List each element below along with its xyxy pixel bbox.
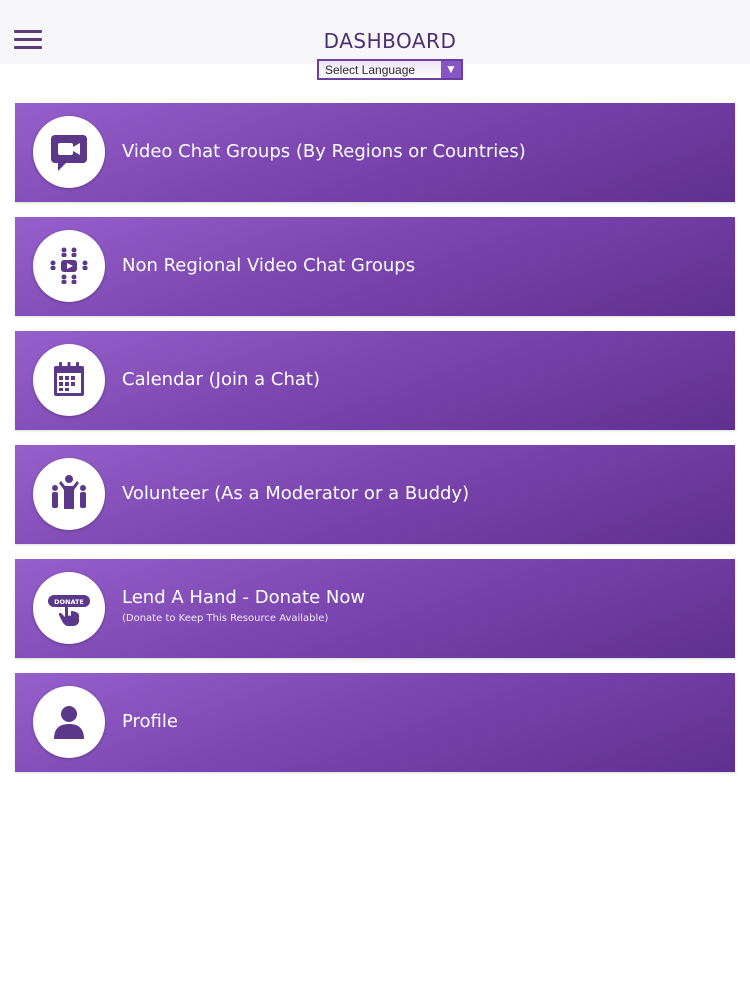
donate-hand-icon: DONATE xyxy=(33,572,105,644)
menu-item-non-regional-groups[interactable]: Non Regional Video Chat Groups xyxy=(15,217,735,316)
video-camera-icon xyxy=(33,116,105,188)
dashboard-menu: Video Chat Groups (By Regions or Countri… xyxy=(15,103,735,787)
menu-item-label: Calendar (Join a Chat) xyxy=(122,369,320,390)
menu-item-volunteer[interactable]: Volunteer (As a Moderator or a Buddy) xyxy=(15,445,735,544)
menu-item-profile[interactable]: Profile xyxy=(15,673,735,772)
donate-icon-text: DONATE xyxy=(54,598,84,606)
profile-person-icon xyxy=(33,686,105,758)
language-select[interactable]: Select Language ▼ xyxy=(317,59,463,80)
menu-item-donate[interactable]: DONATE Lend A Hand - Donate Now (Donate … xyxy=(15,559,735,658)
app-header: DASHBOARD xyxy=(0,0,750,64)
menu-item-calendar[interactable]: Calendar (Join a Chat) xyxy=(15,331,735,430)
dropdown-arrow-icon[interactable]: ▼ xyxy=(441,61,461,78)
menu-item-video-chat-groups[interactable]: Video Chat Groups (By Regions or Countri… xyxy=(15,103,735,202)
menu-item-label: Non Regional Video Chat Groups xyxy=(122,255,416,276)
language-select-value: Select Language xyxy=(325,62,416,77)
calendar-icon xyxy=(33,344,105,416)
menu-item-label: Lend A Hand - Donate Now xyxy=(122,587,366,608)
group-video-icon xyxy=(33,230,105,302)
menu-item-label: Profile xyxy=(122,711,178,732)
volunteer-people-icon xyxy=(33,458,105,530)
page-title: DASHBOARD xyxy=(323,29,457,53)
menu-item-label: Video Chat Groups (By Regions or Countri… xyxy=(122,141,526,162)
menu-item-label: Volunteer (As a Moderator or a Buddy) xyxy=(122,483,470,504)
menu-item-sublabel: (Donate to Keep This Resource Available) xyxy=(122,613,329,624)
